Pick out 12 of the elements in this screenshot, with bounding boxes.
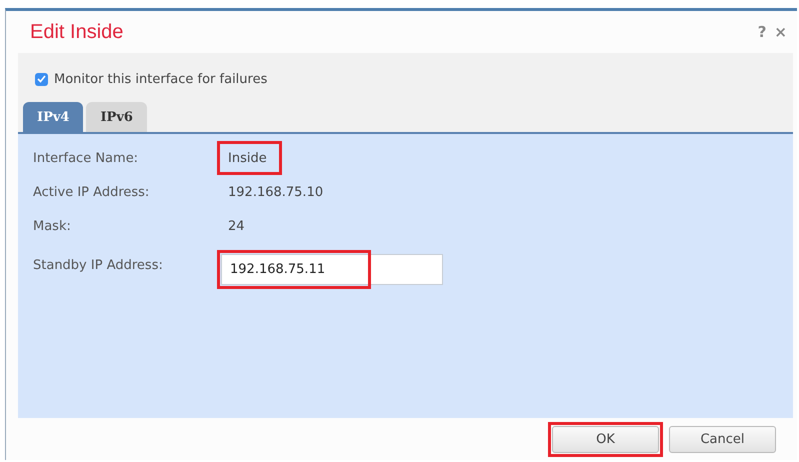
field-label: Interface Name: — [33, 150, 140, 168]
tab[interactable]: IPv4 — [23, 102, 84, 132]
field-label: Active IP Address: — [33, 184, 150, 202]
field-value: 24 — [227, 218, 246, 236]
dialog-title: Edit Inside — [30, 20, 124, 44]
field-label: Mask: — [33, 218, 72, 236]
checkbox-label: Monitor this interface for failures — [54, 72, 268, 86]
tab[interactable]: IPv6 — [86, 102, 147, 132]
checkbox[interactable] — [35, 72, 48, 86]
field-label: Standby IP Address: — [33, 257, 164, 275]
field-value: Inside — [217, 141, 282, 175]
field-value: 192.168.75.10 — [227, 184, 324, 202]
